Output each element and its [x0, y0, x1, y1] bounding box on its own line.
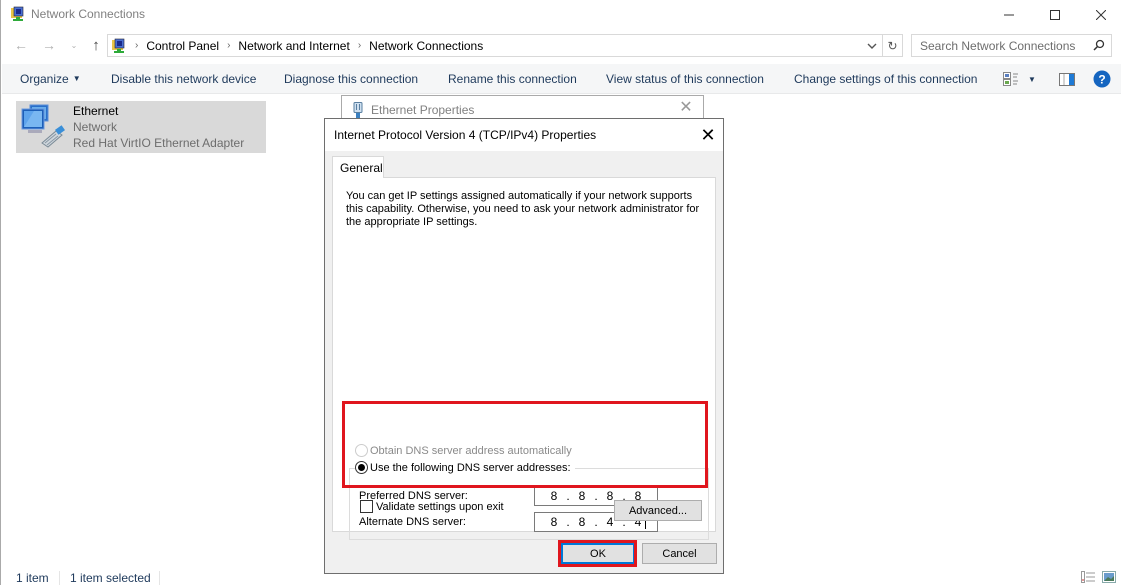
diagnose-connection-button[interactable]: Diagnose this connection [284, 72, 418, 86]
recent-locations-button[interactable]: ⌄ [65, 36, 83, 54]
ipv4-properties-dialog: Internet Protocol Version 4 (TCP/IPv4) P… [324, 118, 724, 574]
dns-auto-radio[interactable] [355, 444, 368, 457]
octet-separator: . [566, 515, 570, 529]
help-icon: ? [1093, 70, 1111, 88]
status-separator [59, 571, 60, 585]
dns-auto-radio-row[interactable]: Obtain DNS server address automatically [355, 444, 572, 457]
large-icons-view-icon[interactable] [1102, 571, 1116, 583]
validate-settings-row[interactable]: Validate settings upon exit [360, 500, 504, 513]
dialog-description: You can get IP settings assigned automat… [346, 190, 700, 228]
status-separator [159, 571, 160, 585]
preview-pane-button[interactable] [1058, 70, 1076, 88]
breadcrumb-network-and-internet[interactable]: Network and Internet [238, 39, 349, 53]
up-arrow-icon: ↑ [92, 36, 100, 54]
breadcrumb-separator[interactable]: › [227, 40, 230, 51]
disable-device-button[interactable]: Disable this network device [111, 72, 256, 86]
chevron-down-icon [867, 43, 877, 49]
connection-name: Ethernet [73, 104, 119, 118]
selected-count: 1 item selected [70, 571, 151, 585]
view-options-icon [1003, 72, 1018, 86]
breadcrumb-separator[interactable]: › [358, 40, 361, 51]
refresh-button[interactable]: ↻ [882, 35, 902, 56]
details-view-icon[interactable] [1081, 571, 1095, 583]
validate-settings-label: Validate settings upon exit [376, 500, 504, 513]
maximize-icon [1050, 10, 1060, 20]
organize-label: Organize [20, 72, 69, 86]
svg-text:?: ? [1098, 73, 1105, 87]
back-button[interactable]: ← [12, 36, 30, 54]
view-dropdown-button[interactable]: ▼ [1026, 70, 1038, 88]
forward-button[interactable]: → [40, 36, 58, 54]
radio-selected-dot [358, 464, 365, 471]
organize-menu[interactable]: Organize ▼ [20, 72, 81, 86]
network-connections-window: Network Connections ← → ⌄ ↑ › Control Pa… [0, 0, 1121, 585]
status-bar: 1 item 1 item selected [1, 568, 1121, 585]
tab-general[interactable]: General [332, 156, 384, 178]
window-title: Network Connections [31, 7, 146, 21]
ethernet-plug-icon [353, 102, 363, 118]
up-button[interactable]: ↑ [87, 36, 105, 54]
item-count: 1 item [16, 571, 49, 585]
dialog-close-button[interactable]: ✕ [697, 124, 719, 146]
ethernet-connection-item[interactable]: Ethernet Network Red Hat VirtIO Ethernet… [16, 101, 266, 153]
network-connections-icon [11, 6, 24, 21]
dns-manual-radio-row[interactable]: Use the following DNS server addresses: [355, 461, 575, 474]
connection-adapter: Red Hat VirtIO Ethernet Adapter [73, 136, 245, 150]
breadcrumb-network-connections[interactable]: Network Connections [369, 39, 483, 53]
close-icon [1096, 10, 1106, 20]
octet-1[interactable]: 8 [548, 515, 560, 529]
connection-status: Network [73, 120, 118, 134]
navigation-bar: ← → ⌄ ↑ › Control Panel › Network and In… [1, 32, 1121, 60]
octet-separator: . [594, 515, 598, 529]
address-bar[interactable]: › Control Panel › Network and Internet ›… [107, 34, 903, 57]
octet-separator: . [566, 489, 570, 503]
breadcrumb-separator[interactable]: › [135, 40, 138, 51]
ethernet-properties-title: Ethernet Properties [371, 103, 475, 117]
search-icon[interactable] [1093, 39, 1105, 51]
octet-separator: . [594, 489, 598, 503]
change-view-button[interactable] [1003, 70, 1019, 88]
search-box[interactable] [911, 34, 1112, 57]
caret-down-icon: ▼ [72, 74, 81, 83]
back-arrow-icon: ← [14, 37, 28, 53]
address-history-button[interactable] [865, 38, 879, 53]
search-input[interactable] [912, 35, 1082, 56]
change-settings-button[interactable]: Change settings of this connection [794, 72, 977, 86]
advanced-button[interactable]: Advanced... [614, 500, 702, 521]
command-bar: Organize ▼ Disable this network device Di… [2, 64, 1121, 94]
rename-connection-button[interactable]: Rename this connection [448, 72, 577, 86]
chevron-down-icon: ⌄ [70, 40, 78, 50]
minimize-button[interactable] [986, 0, 1032, 30]
close-button[interactable] [1078, 0, 1121, 30]
tab-general-label: General [340, 161, 383, 175]
network-connections-icon [112, 38, 125, 53]
dns-manual-label: Use the following DNS server addresses: [370, 461, 571, 474]
cancel-button[interactable]: Cancel [642, 543, 717, 564]
dns-auto-label: Obtain DNS server address automatically [370, 444, 572, 457]
refresh-icon: ↻ [887, 38, 898, 53]
caret-down-icon: ▼ [1028, 74, 1036, 84]
dialog-title-bar: Internet Protocol Version 4 (TCP/IPv4) P… [325, 119, 723, 151]
view-status-button[interactable]: View status of this connection [606, 72, 764, 86]
octet-2[interactable]: 8 [576, 515, 588, 529]
dns-manual-radio[interactable] [355, 461, 368, 474]
breadcrumb-control-panel[interactable]: Control Panel [146, 39, 219, 53]
alternate-dns-label: Alternate DNS server: [359, 516, 466, 528]
forward-arrow-icon: → [42, 37, 56, 53]
general-tab-panel: You can get IP settings assigned automat… [332, 177, 716, 540]
octet-1[interactable]: 8 [548, 489, 560, 503]
dialog-title: Internet Protocol Version 4 (TCP/IPv4) P… [334, 128, 597, 142]
octet-2[interactable]: 8 [576, 489, 588, 503]
ethernet-properties-close-button[interactable]: ✕ [677, 99, 695, 117]
maximize-button[interactable] [1032, 0, 1078, 30]
minimize-icon [1004, 14, 1014, 16]
ok-button[interactable]: OK [561, 543, 635, 564]
help-button[interactable]: ? [1093, 70, 1111, 88]
title-bar: Network Connections [1, 0, 1121, 30]
validate-settings-checkbox[interactable] [360, 500, 373, 513]
network-adapter-icon [21, 104, 65, 148]
preview-pane-icon [1059, 72, 1075, 86]
